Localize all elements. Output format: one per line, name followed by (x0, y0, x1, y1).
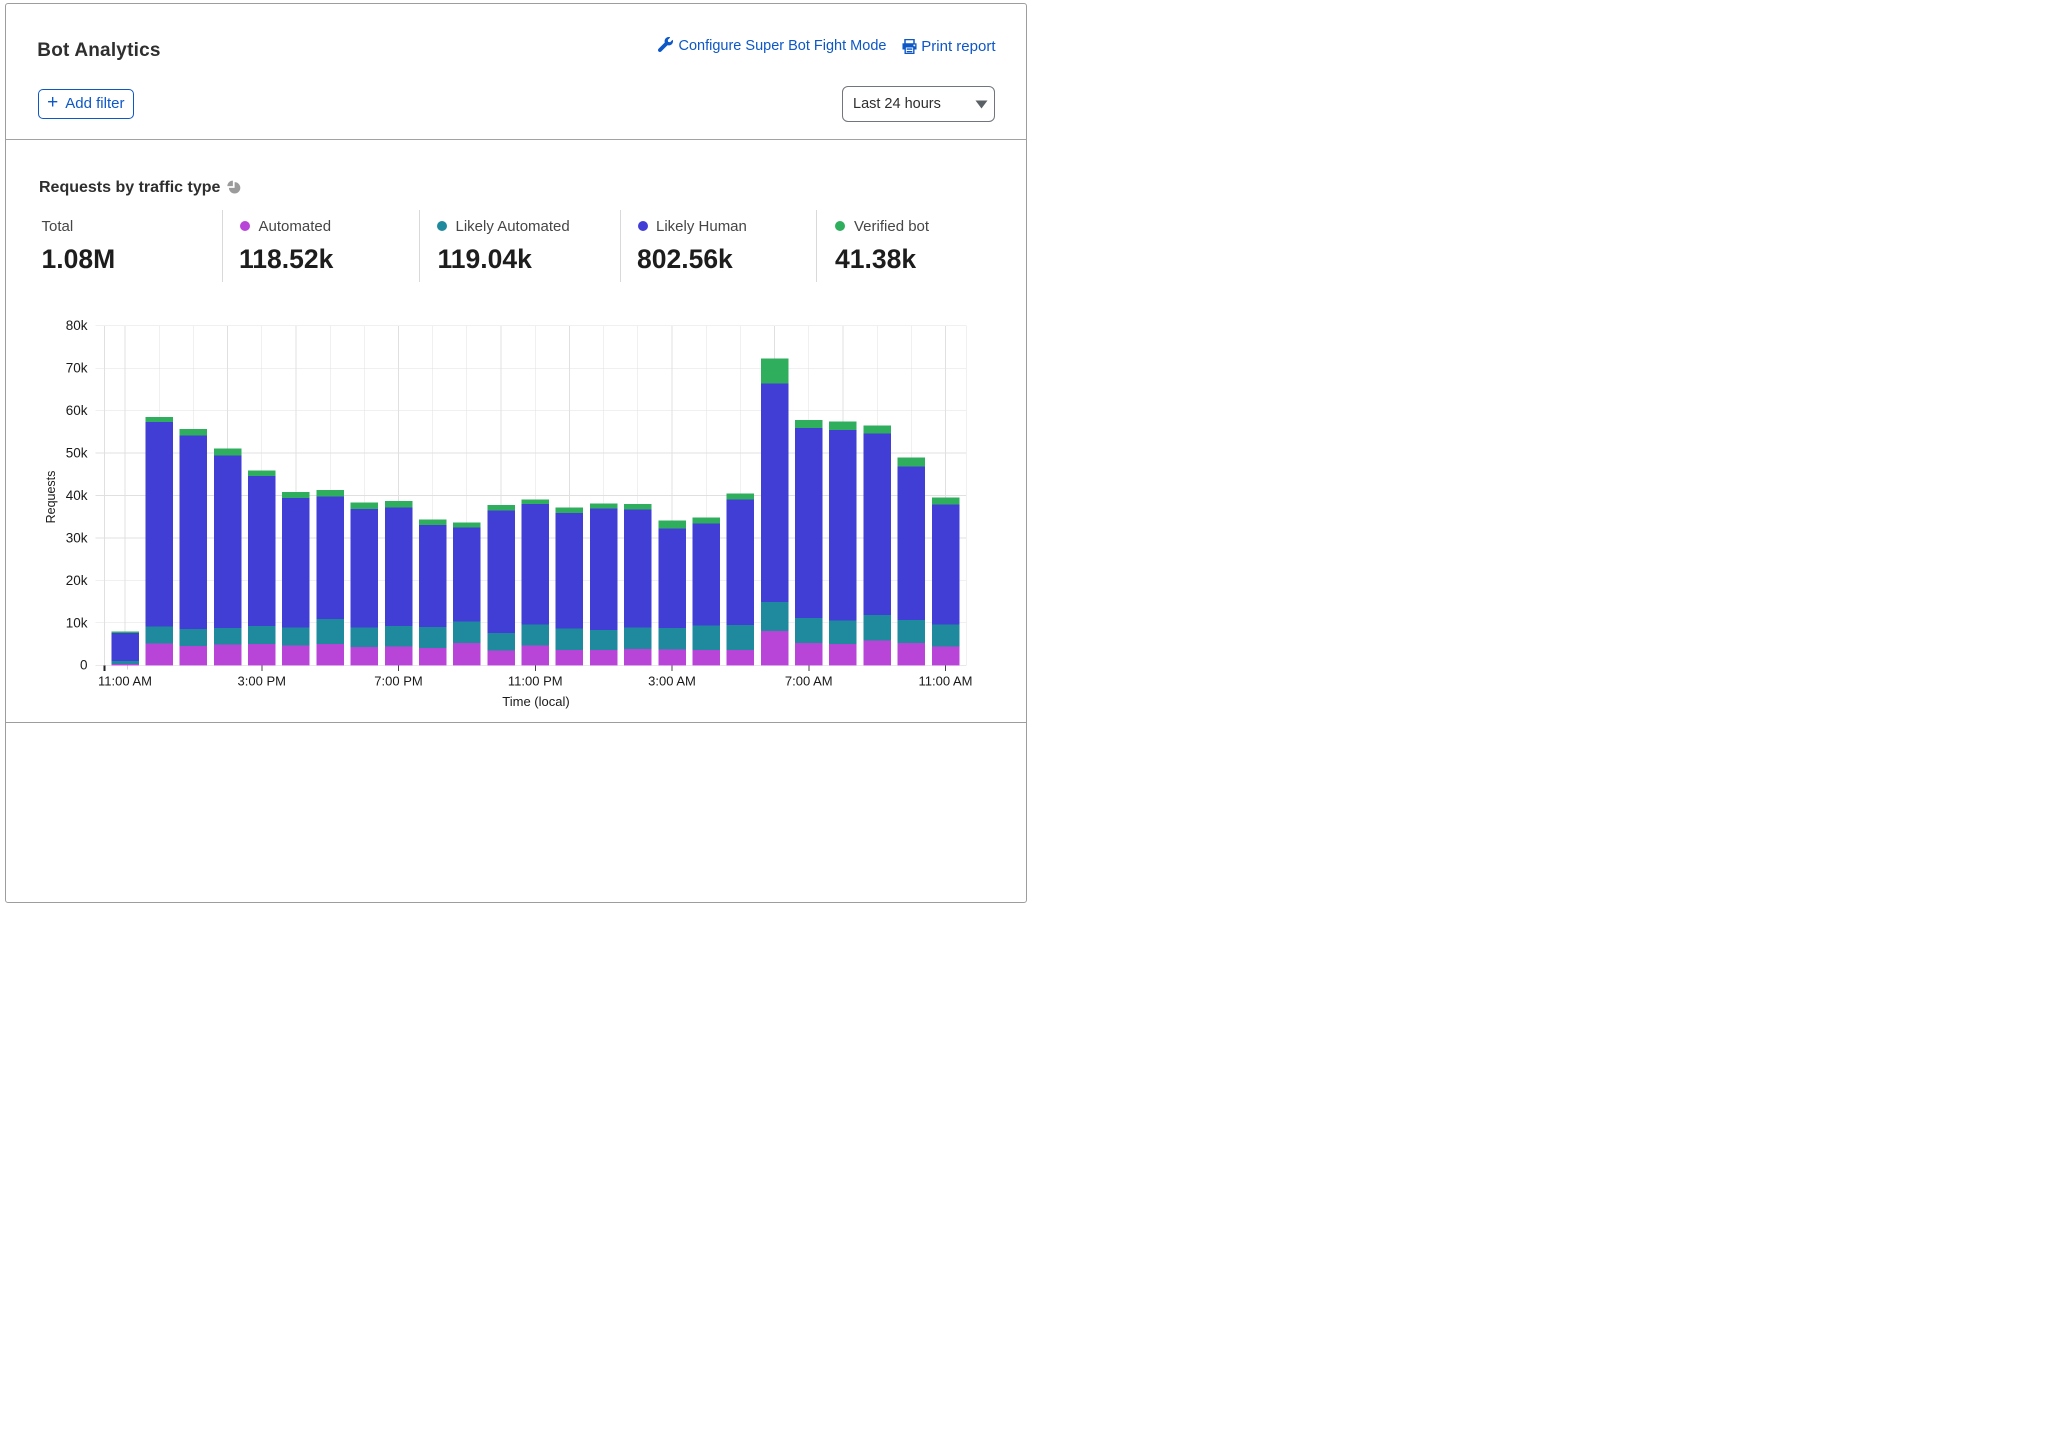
svg-text:3:00 PM: 3:00 PM (238, 674, 286, 689)
svg-text:11:00 AM: 11:00 AM (919, 674, 973, 689)
svg-text:3:00 AM: 3:00 AM (648, 674, 696, 689)
svg-text:70k: 70k (66, 361, 88, 376)
svg-text:7:00 AM: 7:00 AM (785, 674, 833, 689)
svg-text:60k: 60k (66, 403, 88, 418)
svg-text:11:00 PM: 11:00 PM (508, 674, 563, 689)
svg-text:11:00 AM: 11:00 AM (98, 674, 152, 689)
svg-text:20k: 20k (66, 573, 88, 588)
svg-text:Requests: Requests (44, 471, 58, 524)
svg-text:80k: 80k (66, 318, 88, 333)
svg-text:7:00 PM: 7:00 PM (374, 674, 422, 689)
svg-text:Time (local): Time (local) (502, 694, 569, 709)
svg-text:50k: 50k (66, 445, 88, 460)
svg-text:10k: 10k (66, 615, 88, 630)
svg-text:30k: 30k (66, 530, 88, 545)
svg-text:40k: 40k (66, 488, 88, 503)
svg-text:0: 0 (80, 658, 88, 673)
